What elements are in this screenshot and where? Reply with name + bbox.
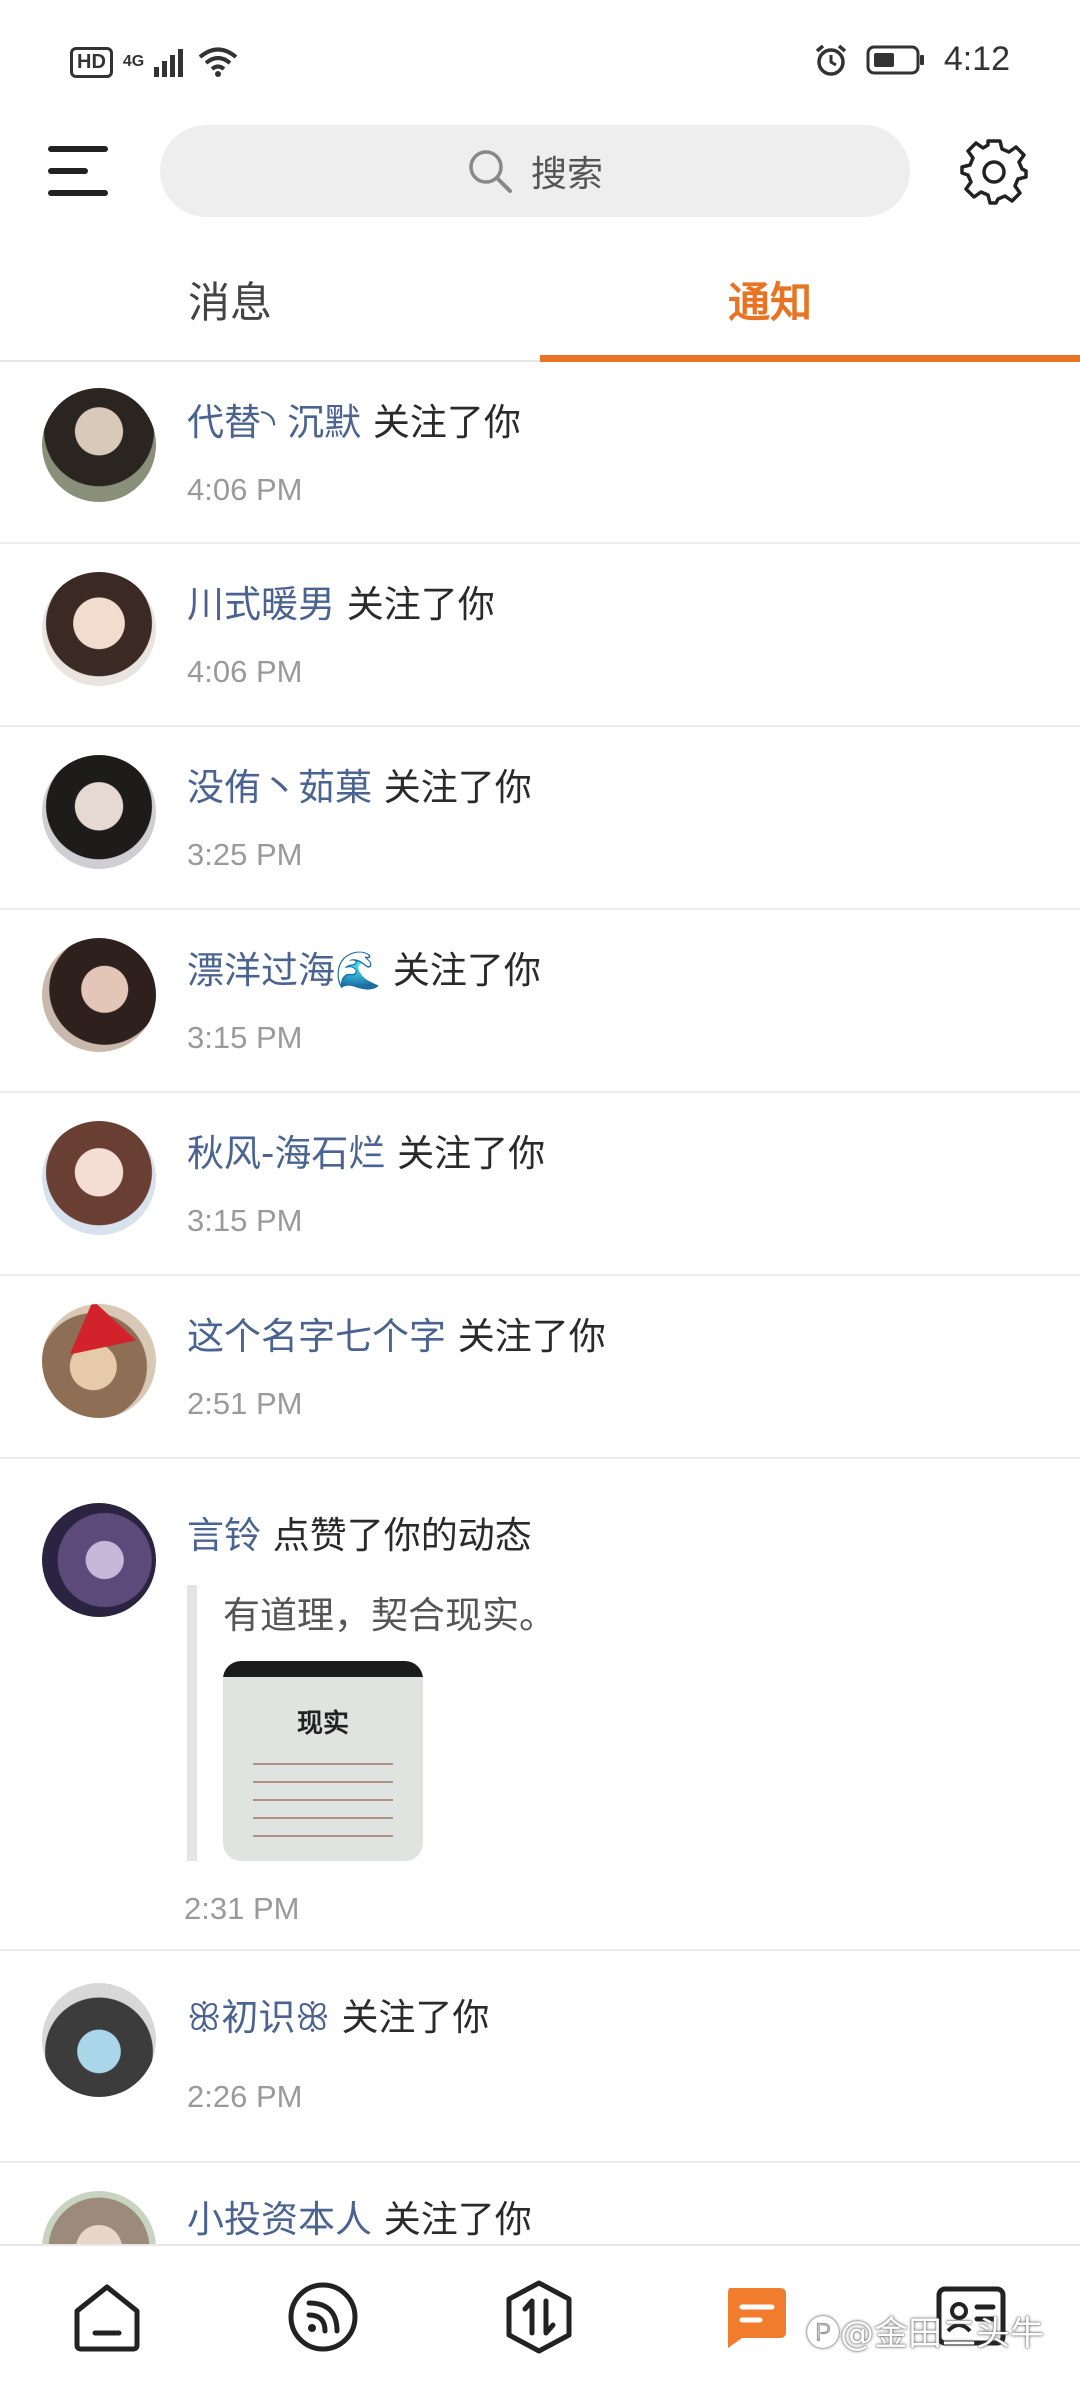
trade-icon: [506, 2280, 572, 2354]
notification-time: 2:26 PM: [187, 2079, 303, 2114]
notification-action: 关注了你: [372, 401, 521, 444]
menu-button[interactable]: [46, 142, 110, 200]
username-link[interactable]: 小投资本人: [187, 2198, 372, 2241]
notification-row[interactable]: 言铃 点赞了你的动态 有道理，契合现实。 现实 2:31 PM: [0, 1459, 1080, 1951]
nav-feed[interactable]: [278, 2272, 368, 2362]
notification-row[interactable]: 没侑丶茹菓 关注了你 3:25 PM: [0, 727, 1080, 910]
tab-messages[interactable]: 消息: [0, 240, 540, 358]
status-bar: HD 4G 4:12: [0, 0, 1080, 130]
notification-row[interactable]: ꕥ初识ꕥ 关注了你 2:26 PM: [0, 1951, 1080, 2163]
battery-icon: [866, 45, 924, 74]
search-icon: [469, 150, 512, 193]
notification-time: 4:06 PM: [187, 654, 303, 689]
username-link[interactable]: 代替◝ 沉默: [187, 401, 361, 444]
search-bar[interactable]: 搜索: [160, 125, 910, 217]
wifi-icon: [198, 47, 238, 77]
notification-row[interactable]: 代替◝ 沉默 关注了你 4:06 PM: [0, 362, 1080, 544]
network-indicators: HD 4G: [70, 46, 238, 78]
liked-post-quote[interactable]: 有道理，契合现实。 现实: [187, 1585, 1037, 1861]
santa-hat: [59, 1304, 137, 1355]
notification-action: 关注了你: [341, 1996, 490, 2039]
notification-row[interactable]: 秋风-海石烂 关注了你 3:15 PM: [0, 1093, 1080, 1276]
notification-row[interactable]: 漂洋过海🌊 关注了你 3:15 PM: [0, 910, 1080, 1093]
hd-badge: HD: [70, 46, 113, 78]
home-icon: [74, 2284, 140, 2352]
notification-action: 点赞了你的动态: [272, 1514, 532, 1557]
notification-action: 关注了你: [457, 1315, 606, 1358]
avatar[interactable]: [42, 572, 156, 686]
feed-icon: [288, 2282, 358, 2352]
image-title: 现实: [296, 1709, 349, 1739]
tab-notifications[interactable]: 通知: [540, 240, 1080, 358]
avatar[interactable]: [42, 388, 156, 502]
signal-icon: [154, 49, 184, 77]
avatar[interactable]: [42, 1304, 156, 1418]
alarm-icon: [815, 44, 846, 76]
clock-time: 4:12: [943, 40, 1010, 78]
active-tab-indicator: [540, 355, 1080, 362]
avatar[interactable]: [42, 1983, 156, 2097]
tab-bar: 消息 通知: [0, 240, 1080, 362]
bottom-navigation: 🅟@金田二头牛: [0, 2244, 1080, 2390]
notification-time: 2:51 PM: [187, 1386, 303, 1421]
notification-action: 关注了你: [397, 1132, 546, 1175]
notification-time: 4:06 PM: [187, 472, 303, 507]
gear-icon: [960, 139, 1028, 205]
avatar[interactable]: [42, 938, 156, 1052]
notification-action: 关注了你: [383, 2198, 532, 2241]
settings-button[interactable]: [960, 138, 1028, 206]
search-placeholder: 搜索: [530, 154, 603, 195]
notification-time: 2:31 PM: [184, 1891, 300, 1926]
hamburger-icon: [48, 146, 108, 196]
system-indicators: 4:12: [814, 40, 1010, 79]
message-icon: [728, 2288, 786, 2348]
notification-row[interactable]: 这个名字七个字 关注了你 2:51 PM: [0, 1276, 1080, 1459]
notification-action: 关注了你: [392, 949, 541, 992]
network-gen-label: 4G: [122, 53, 145, 70]
username-link[interactable]: 言铃: [187, 1514, 261, 1557]
notification-time: 3:25 PM: [187, 837, 303, 872]
username-link[interactable]: 漂洋过海🌊: [187, 949, 381, 992]
username-link[interactable]: 秋风-海石烂: [187, 1132, 385, 1175]
avatar[interactable]: [42, 1503, 156, 1617]
avatar[interactable]: [42, 1121, 156, 1235]
username-link[interactable]: 这个名字七个字: [187, 1315, 446, 1358]
username-link[interactable]: 没侑丶茹菓: [187, 766, 372, 809]
nav-trade[interactable]: [494, 2272, 584, 2362]
liked-post-text: 有道理，契合现实。: [223, 1594, 556, 1637]
notification-action: 关注了你: [383, 766, 532, 809]
username-link[interactable]: ꕥ初识ꕥ: [187, 1996, 330, 2039]
notification-list: 代替◝ 沉默 关注了你 4:06 PM 川式暖男 关注了你 4:06 PM 没侑…: [0, 362, 1080, 2305]
notification-time: 3:15 PM: [187, 1203, 303, 1238]
nav-messages[interactable]: [710, 2272, 800, 2362]
username-link[interactable]: 川式暖男: [187, 583, 335, 626]
nav-home[interactable]: [62, 2272, 152, 2362]
image-text-lines: [253, 1753, 393, 1843]
watermark: 🅟@金田二头牛: [806, 2314, 1044, 2354]
liked-post-image[interactable]: 现实: [223, 1661, 423, 1861]
top-bar: 搜索: [0, 120, 1080, 220]
avatar[interactable]: [42, 755, 156, 869]
notification-row[interactable]: 川式暖男 关注了你 4:06 PM: [0, 544, 1080, 727]
notification-time: 3:15 PM: [187, 1020, 303, 1055]
notification-action: 关注了你: [346, 583, 495, 626]
